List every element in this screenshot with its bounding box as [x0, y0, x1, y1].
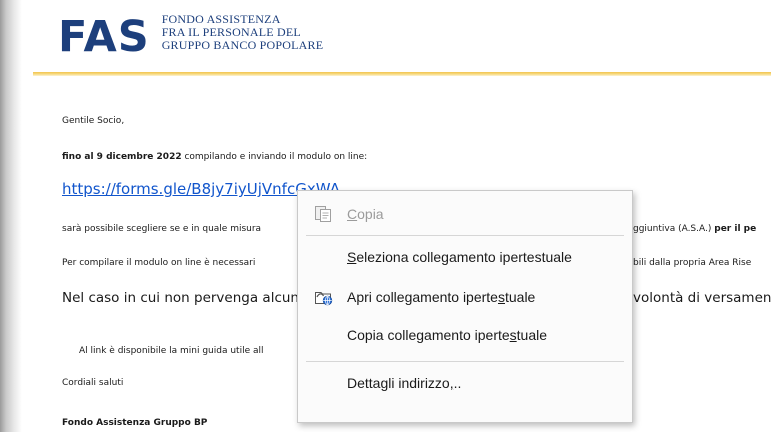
menu-item-label: Seleziona collegamento ipertestuale [347, 249, 572, 265]
open-link-icon [314, 288, 334, 306]
window-left-shadow [0, 0, 22, 432]
menu-item-label: Apri collegamento ipertestuale [347, 289, 536, 305]
closing: Cordiali saluti [62, 378, 124, 388]
paragraph-2-left: Per compilare il modulo on line è necess… [62, 258, 256, 268]
menu-item-address-details[interactable]: Dettagli indirizzo,.. [298, 368, 632, 398]
paragraph-3-right: volontà di versament [633, 290, 771, 306]
logo-mark: FAS [58, 12, 150, 62]
logo-line-1: FONDO ASSISTENZA [161, 11, 281, 26]
menu-item-copy[interactable]: Copia [298, 199, 632, 229]
menu-item-label: Copia collegamento ipertestuale [347, 327, 548, 343]
logo-line-2: FRA IL PERSONALE DEL [161, 24, 301, 39]
paragraph-1-right-bold: per il pe [714, 224, 757, 234]
menu-separator [306, 361, 624, 362]
deadline-line: fino al 9 dicembre 2022 compilando e inv… [62, 152, 367, 162]
paragraph-1-right-text: ggiuntiva (A.S.A.) [633, 224, 715, 234]
greeting: Gentile Socio, [62, 116, 125, 126]
logo-line-3: GRUPPO BANCO POPOLARE [161, 37, 324, 52]
header-divider [33, 72, 771, 76]
logo-subtitle: FONDO ASSISTENZA FRA IL PERSONALE DEL GR… [161, 11, 324, 52]
menu-item-select-hyperlink[interactable]: Seleziona collegamento ipertestuale [298, 242, 632, 272]
paragraph-1-right: ggiuntiva (A.S.A.) per il pe [633, 224, 756, 234]
menu-item-label: Dettagli indirizzo,.. [347, 375, 462, 391]
fas-logo: FAS FONDO ASSISTENZA FRA IL PERSONALE DE… [58, 11, 324, 62]
paragraph-1-left: sarà possibile scegliere se e in quale m… [62, 224, 262, 234]
deadline-date: fino al 9 dicembre 2022 [62, 152, 182, 162]
menu-separator [306, 235, 624, 236]
paragraph-2-right: bili dalla propria Area Rise [633, 258, 752, 268]
signature: Fondo Assistenza Gruppo BP [62, 418, 207, 428]
copy-icon [314, 205, 334, 223]
context-menu: Copia Seleziona collegamento ipertestual… [297, 190, 633, 423]
signature-text: Fondo Assistenza Gruppo BP [62, 418, 208, 428]
menu-item-open-hyperlink[interactable]: Apri collegamento ipertestuale [298, 282, 632, 312]
menu-item-copy-hyperlink[interactable]: Copia collegamento ipertestuale [298, 320, 632, 350]
paragraph-3-left: Nel caso in cui non pervenga alcun [62, 290, 299, 306]
paragraph-4-left: Al link è disponibile la mini guida util… [79, 346, 264, 356]
deadline-text: compilando e inviando il modulo on line: [181, 152, 368, 162]
menu-item-label: Copia [347, 206, 384, 222]
